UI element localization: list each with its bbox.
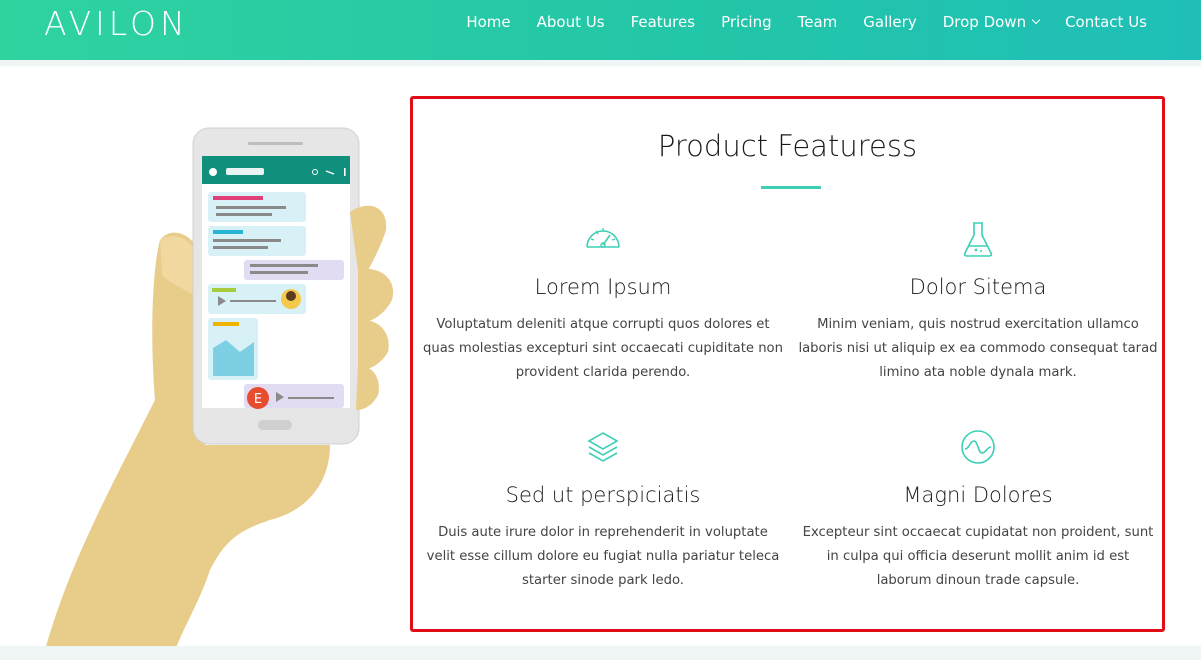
nav-gallery[interactable]: Gallery: [863, 13, 916, 31]
hand-finger: [356, 365, 379, 410]
nav-features[interactable]: Features: [631, 13, 696, 31]
section-footer-strip: [0, 646, 1201, 660]
nav-contact-us[interactable]: Contact Us: [1065, 13, 1147, 31]
flask-icon: [963, 222, 993, 257]
phone-home-button: [258, 420, 292, 430]
contact-avatar-letter: E: [254, 392, 262, 407]
pulse-circle-icon: [961, 430, 995, 464]
site-header: AVILON Home About Us Features Pricing Te…: [0, 0, 1201, 60]
hand-finger: [358, 319, 389, 370]
nav-team[interactable]: Team: [798, 13, 838, 31]
feature-heading: Dolor Sitema: [909, 275, 1047, 299]
nav-drop-down[interactable]: Drop Down: [942, 13, 1041, 31]
nav-pricing[interactable]: Pricing: [721, 13, 772, 31]
feature-description: Duis aute irure dolor in reprehenderit i…: [426, 525, 780, 588]
speedometer-icon: [586, 228, 620, 248]
phone-app-header: [202, 156, 350, 184]
hand-finger: [358, 268, 394, 324]
feature-card: Lorem Ipsum Voluptatum deleniti atque co…: [423, 219, 783, 385]
hand-phone-illustration: E: [45, 127, 394, 650]
phone-speaker: [248, 142, 303, 145]
app-logo-icon: [209, 168, 217, 176]
nav-about-us[interactable]: About Us: [537, 13, 605, 31]
layers-icon: [587, 432, 619, 462]
feature-description: Voluptatum deleniti atque corrupti quos …: [423, 317, 783, 380]
title-underline: [761, 186, 821, 189]
chat-bubble: [244, 260, 344, 280]
feature-card: Magni Dolores Excepteur sint occaecat cu…: [798, 427, 1158, 593]
main-nav: Home About Us Features Pricing Team Gall…: [466, 0, 1201, 44]
section-title: Product Featuress: [657, 129, 918, 163]
feature-description: Excepteur sint occaecat cupidatat non pr…: [802, 525, 1154, 588]
header-divider: [0, 60, 1201, 66]
chevron-down-icon: [1031, 15, 1041, 25]
site-logo[interactable]: AVILON: [44, 4, 189, 43]
feature-heading: Lorem Ipsum: [534, 275, 672, 299]
feature-card: Dolor Sitema Minim veniam, quis nostrud …: [798, 219, 1158, 385]
feature-card: Sed ut perspiciatis Duis aute irure dolo…: [423, 427, 783, 593]
product-features-panel: Product Featuress Lorem Ipsum Voluptatum…: [410, 96, 1165, 632]
feature-heading: Sed ut perspiciatis: [505, 483, 701, 507]
feature-heading: Magni Dolores: [903, 483, 1053, 507]
nav-home[interactable]: Home: [466, 13, 510, 31]
app-more-icon: [344, 168, 346, 176]
feature-description: Minim veniam, quis nostrud exercitation …: [798, 317, 1158, 380]
nav-drop-down-label: Drop Down: [942, 13, 1027, 31]
